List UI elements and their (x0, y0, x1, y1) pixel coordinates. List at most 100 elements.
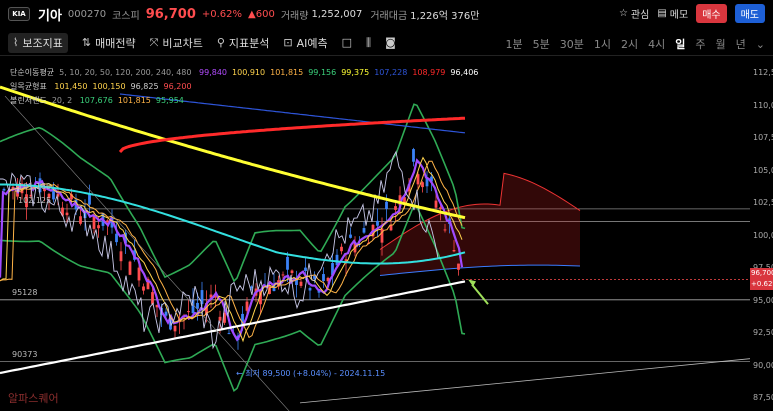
candle-body (137, 267, 141, 281)
change-absolute: ▲600 (248, 8, 275, 20)
candle-body (308, 288, 312, 291)
timeframe-2[interactable]: 30분 (560, 36, 584, 52)
timeframe-0[interactable]: 1분 (506, 36, 523, 52)
candle-icon: ⫼ (366, 35, 372, 49)
candle-body (434, 200, 438, 208)
timeframe-8[interactable]: 월 (716, 36, 726, 52)
level-label-2: 102,125 (18, 196, 52, 205)
candle-body (443, 229, 447, 231)
indicator-label: 보조지표 (22, 36, 63, 50)
analysis-button[interactable]: ⚲ 지표분석 (217, 35, 270, 51)
ma-value-3: 99,156 (308, 68, 337, 77)
bollinger-legend[interactable]: 볼린저밴드 20, 2 107,676 101,815 95,954 (10, 94, 483, 108)
compare-button[interactable]: ⤧ 비교차트 (150, 35, 203, 51)
camera-button[interactable]: ◙ (385, 36, 396, 49)
timeframe-7[interactable]: 주 (695, 36, 705, 52)
price-chart[interactable] (0, 58, 750, 411)
candle-body (290, 270, 294, 274)
timeframe-9[interactable]: 년 (736, 36, 746, 52)
y-tick-0: 112,500 (753, 68, 773, 77)
candle-body (115, 233, 118, 243)
stock-header: KIA 기아 000270 코스피 96,700 +0.62% ▲600 거래량… (0, 0, 773, 28)
memo-button[interactable]: ▤ 메모 (657, 6, 688, 21)
current-price: 96,700 (145, 6, 196, 22)
memo-icon: ▤ (657, 8, 667, 19)
y-tick-9: 90,000 (753, 360, 773, 370)
strategy-label: 매매전략 (95, 36, 136, 50)
candle-body (128, 261, 132, 275)
ma-value-0: 99,840 (199, 68, 228, 77)
memo-label: 메모 (669, 10, 689, 21)
candle-body (151, 292, 154, 304)
ma480-line (0, 280, 466, 375)
annotation-arrow (471, 283, 489, 305)
candle-body (65, 212, 69, 216)
candle-body (340, 246, 343, 252)
y-tick-1: 110,000 (753, 100, 773, 110)
timeframe-5[interactable]: 4시 (648, 36, 665, 52)
ma-params: 5, 10, 20, 50, 120, 200, 240, 480 (59, 68, 192, 77)
market-name: 코스피 (112, 10, 140, 22)
ichimoku-value-1: 100,150 (92, 82, 126, 91)
candle-body (452, 250, 456, 252)
star-icon: ☆ (618, 8, 628, 19)
ma-legend[interactable]: 단순이동평균 5, 10, 20, 50, 120, 200, 240, 480 … (10, 66, 483, 80)
y-tick-2: 107,500 (753, 133, 773, 142)
square-tool-button[interactable]: □ (342, 36, 352, 49)
candle-body (187, 311, 190, 313)
candle-body (349, 234, 352, 238)
candle-body (173, 325, 177, 332)
y-tick-5: 100,000 (753, 230, 773, 240)
candle-body (281, 274, 285, 276)
bollinger-params: 20, 2 (51, 96, 73, 105)
ichimoku-label: 일목균형표 (10, 82, 47, 91)
camera-icon: ◙ (385, 36, 396, 49)
candle-body (421, 182, 424, 188)
ichimoku-value-0: 101,450 (54, 82, 88, 91)
candle-body (218, 316, 222, 321)
ma-value-6: 108,979 (412, 68, 446, 77)
timeframe-1[interactable]: 5분 (533, 36, 550, 52)
candle-body (385, 201, 388, 209)
y-tick-3: 105,000 (753, 165, 773, 175)
timeframe-6[interactable]: 일 (675, 36, 685, 52)
candle-body (2, 188, 6, 191)
ma-value-2: 101,815 (270, 68, 304, 77)
candle-body (416, 174, 420, 185)
bollinger-lower (0, 204, 466, 392)
sell-button[interactable]: 매도 (734, 4, 765, 23)
candle-body (79, 216, 82, 224)
ma-value-7: 96,406 (450, 68, 479, 77)
y-tick-10: 87,500 (753, 393, 773, 402)
bollinger-value-0: 107,676 (79, 96, 113, 105)
candle-body (164, 311, 168, 316)
candle-tool-button[interactable]: ⫼ (366, 36, 371, 50)
candle-body (227, 333, 231, 335)
stock-code: 000270 (67, 8, 107, 20)
ai-label: AI예측 (296, 36, 328, 50)
timeframe-3[interactable]: 1시 (594, 36, 611, 52)
ichimoku-value-3: 96,200 (163, 82, 192, 91)
strategy-button[interactable]: ⇅ 매매전략 (82, 35, 136, 51)
candle-body (299, 281, 303, 286)
ma-value-1: 100,910 (232, 68, 266, 77)
buy-button[interactable]: 매수 (696, 4, 727, 23)
ma-value-4: 99,375 (341, 68, 370, 77)
watch-button[interactable]: ☆ 관심 (619, 6, 649, 21)
price-axis: 112,500 110,000 107,500 105,000 102,500 100,0… (750, 58, 773, 411)
chevron-down-icon[interactable]: ⌄ (756, 38, 765, 51)
ichimoku-legend[interactable]: 일목균형표 101,450 100,150 96,825 96,200 (10, 80, 483, 94)
y-tick-4: 102,500 (753, 198, 773, 207)
indicator-legend: 단순이동평균 5, 10, 20, 50, 120, 200, 240, 480 … (10, 66, 483, 108)
level-label-4: 90373 (12, 350, 38, 359)
ai-button[interactable]: ⊡ AI예측 (283, 35, 327, 51)
stock-name: 기아 (38, 8, 62, 24)
watermark: 알파스퀘어 (8, 392, 59, 405)
y-tick-7: 95,000 (753, 295, 773, 305)
change-percent: +0.62% (201, 8, 243, 20)
square-icon: □ (341, 36, 353, 49)
timeframe-4[interactable]: 2시 (621, 36, 638, 52)
candle-body (119, 251, 123, 262)
indicator-button[interactable]: ⌇ 보조지표 (8, 32, 68, 53)
amount-label: 거래대금 (370, 10, 408, 22)
